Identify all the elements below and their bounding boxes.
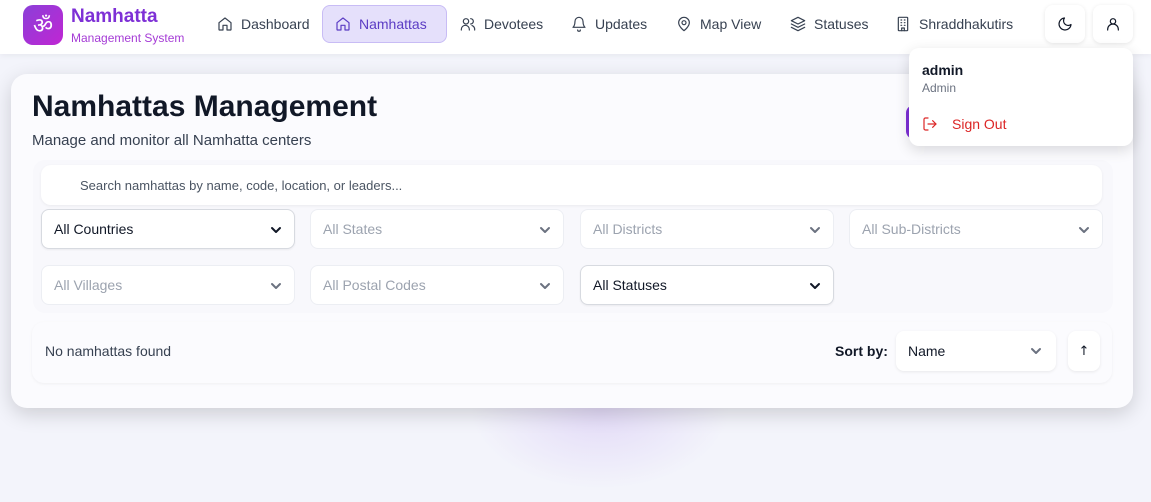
nav-item-shraddhakutirs[interactable]: Shraddhakutirs (883, 5, 1025, 43)
state-filter-value: All States (323, 221, 383, 237)
state-filter-select[interactable]: All States (310, 209, 564, 249)
nav-label-dashboard: Dashboard (241, 16, 310, 32)
nav-item-map-view[interactable]: Map View (664, 5, 773, 43)
postal-code-filter-select[interactable]: All Postal Codes (310, 265, 564, 305)
page-title: Namhattas Management (32, 90, 378, 123)
nav-item-devotees[interactable]: Devotees (448, 5, 555, 43)
home-icon (218, 17, 232, 31)
chevron-down-icon (1031, 348, 1041, 354)
postal-code-filter-value: All Postal Codes (323, 277, 426, 293)
user-dropdown-menu: admin Admin Sign Out (909, 48, 1133, 146)
nav-item-dashboard[interactable]: Dashboard (205, 5, 322, 43)
search-input[interactable] (41, 165, 1102, 205)
empty-results-message: No namhattas found (45, 343, 172, 359)
filter-panel: All Countries All States All Districts A… (33, 160, 1113, 313)
chevron-down-icon (810, 227, 820, 233)
nav-label-namhattas: Namhattas (359, 16, 427, 32)
map-pin-icon (678, 16, 690, 32)
user-icon (1107, 18, 1119, 31)
district-filter-value: All Districts (593, 221, 663, 237)
sort-by-value: Name (908, 343, 946, 359)
bell-icon (572, 16, 586, 32)
sort-label: Sort by: (835, 343, 888, 359)
village-filter-value: All Villages (54, 277, 123, 293)
status-filter-select[interactable]: All Statuses (580, 265, 834, 305)
chevron-down-icon (271, 283, 281, 289)
building-icon (897, 16, 909, 32)
sort-direction-button[interactable]: ↑ (1068, 331, 1100, 371)
chevron-down-icon (540, 283, 550, 289)
nav-label-shraddhakutirs: Shraddhakutirs (919, 16, 1014, 32)
chevron-down-icon (271, 227, 281, 233)
sign-out-menu-item[interactable]: Sign Out (922, 116, 1006, 132)
user-name: admin (922, 62, 964, 78)
nav-label-map-view: Map View (700, 16, 762, 32)
chevron-down-icon (1079, 227, 1089, 233)
chevron-down-icon (540, 227, 550, 233)
page-subtitle: Manage and monitor all Namhatta centers (32, 132, 312, 149)
nav-label-statuses: Statuses (814, 16, 869, 32)
sign-out-label: Sign Out (952, 116, 1007, 132)
user-role: Admin (922, 81, 957, 95)
layers-icon (790, 16, 806, 32)
top-navbar: ॐ Namhatta Management System Dashboard N… (0, 0, 1151, 54)
country-filter-select[interactable]: All Countries (41, 209, 295, 249)
chevron-down-icon (810, 283, 820, 289)
results-bar: No namhattas found Sort by: Name ↑ (32, 322, 1112, 383)
brand-subtitle: Management System (71, 31, 185, 45)
nav-label-updates: Updates (595, 16, 648, 32)
sub-district-filter-select[interactable]: All Sub-Districts (849, 209, 1103, 249)
nav-item-namhattas[interactable]: Namhattas (322, 5, 447, 43)
sub-district-filter-value: All Sub-Districts (862, 221, 961, 237)
theme-toggle-button[interactable] (1045, 5, 1085, 43)
village-filter-select[interactable]: All Villages (41, 265, 295, 305)
om-logo-icon[interactable]: ॐ (23, 5, 63, 45)
nav-label-devotees: Devotees (484, 16, 544, 32)
users-icon (460, 18, 476, 31)
country-filter-value: All Countries (54, 221, 134, 237)
nav-item-statuses[interactable]: Statuses (778, 5, 880, 43)
user-menu-button[interactable] (1093, 5, 1133, 43)
nav-item-updates[interactable]: Updates (559, 5, 659, 43)
sort-by-select[interactable]: Name (896, 331, 1056, 371)
brand-title[interactable]: Namhatta (71, 6, 158, 28)
district-filter-select[interactable]: All Districts (580, 209, 834, 249)
moon-icon (1058, 17, 1072, 31)
status-filter-value: All Statuses (593, 277, 667, 293)
home-icon (336, 17, 350, 31)
log-out-icon (923, 117, 937, 131)
